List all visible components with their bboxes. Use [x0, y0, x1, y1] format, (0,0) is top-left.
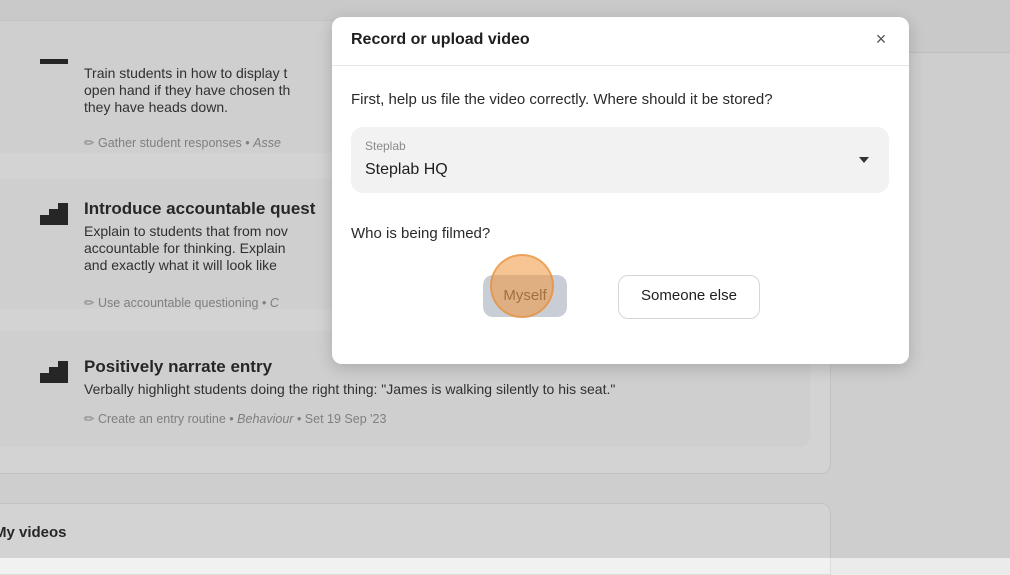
modal-header: Record or upload video × — [332, 17, 909, 66]
storage-question: First, help us file the video correctly.… — [351, 91, 773, 108]
chevron-down-icon[interactable] — [859, 157, 869, 163]
modal-title: Record or upload video — [351, 31, 530, 48]
someone-else-button[interactable]: Someone else — [618, 275, 760, 319]
filmed-question: Who is being filmed? — [351, 225, 491, 242]
close-icon[interactable]: × — [871, 29, 891, 49]
select-label: Steplab — [365, 139, 406, 153]
myself-button[interactable]: Myself — [483, 275, 567, 317]
record-upload-modal: Record or upload video × First, help us … — [332, 17, 909, 364]
select-value: Steplab HQ — [365, 161, 448, 178]
storage-select[interactable]: Steplab Steplab HQ — [351, 127, 889, 193]
